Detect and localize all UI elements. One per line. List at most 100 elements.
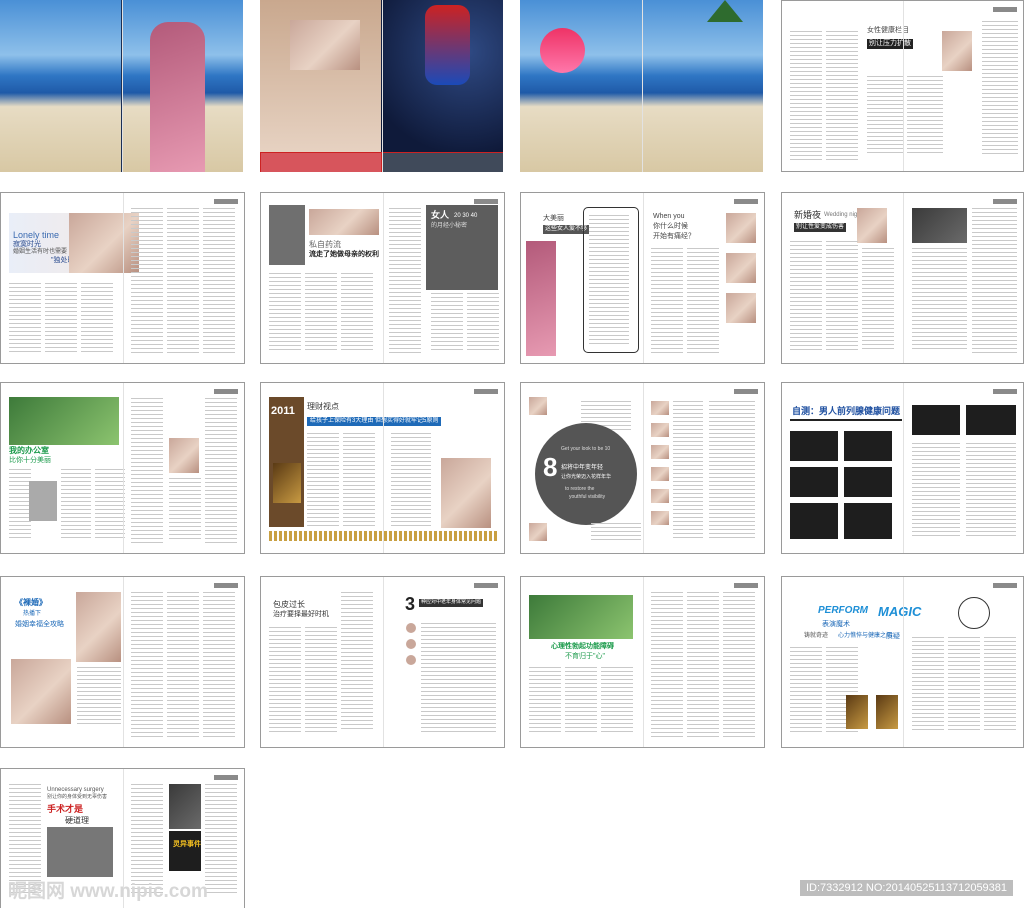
title-2: 别让你的身体受到无辜伤害 bbox=[47, 794, 108, 800]
gray-box bbox=[47, 827, 113, 877]
spread-cover-beach bbox=[0, 0, 243, 172]
title-1: 我的办公室 bbox=[9, 446, 49, 455]
spread-page-4: 女性健康栏目 别让压力扩散 bbox=[781, 0, 1024, 172]
title-2: 铸就奇迹 bbox=[804, 633, 829, 639]
box-title: 女人 bbox=[431, 210, 450, 220]
photo bbox=[651, 423, 669, 437]
title-1: 《裸婚》 bbox=[15, 598, 47, 607]
gray-sidebar bbox=[29, 481, 57, 521]
box-sub-2: 的月经小秘密 bbox=[431, 223, 468, 229]
black-card bbox=[912, 405, 960, 435]
watermark-left: 昵图网 www.nipic.com bbox=[8, 881, 208, 902]
photo bbox=[69, 213, 139, 273]
black-card bbox=[844, 431, 892, 461]
subtitle: 种应对中老年身体常见问题 bbox=[419, 599, 484, 607]
spread-page-7: 大美丽 这些女人爱不够 When you 你什么时候 开始有痛经？ bbox=[520, 192, 765, 364]
photo bbox=[942, 31, 972, 71]
black-card bbox=[790, 503, 838, 539]
superhero-figure bbox=[425, 5, 470, 85]
photo bbox=[169, 438, 199, 473]
circle-en-1: Get your look to be 10 bbox=[561, 446, 611, 452]
photo bbox=[9, 397, 119, 445]
dark-bar bbox=[381, 152, 503, 172]
photo bbox=[651, 445, 669, 459]
spread-beach-swimmer bbox=[520, 0, 763, 172]
gold-pattern-strip bbox=[269, 531, 497, 541]
photo bbox=[726, 253, 756, 283]
title-2: 给孩子上保险有3大理由 但想买得好就牢记5原则 bbox=[307, 417, 442, 426]
year: 2011 bbox=[271, 405, 295, 417]
title-2: 治疗要择最好时机 bbox=[273, 611, 329, 618]
photo bbox=[529, 595, 633, 639]
gray-block bbox=[269, 205, 305, 265]
page-tag bbox=[993, 7, 1017, 12]
swimmer-photo bbox=[540, 28, 585, 73]
rule bbox=[790, 419, 902, 421]
black-card bbox=[790, 431, 838, 461]
spread-page-8: 新婚夜 Wedding night 别让性爱变成伤害 bbox=[781, 192, 1024, 364]
box-sub: 20 30 40 bbox=[454, 213, 478, 219]
magic-word: MAGIC bbox=[878, 604, 922, 619]
title-1: Unnecessary surgery bbox=[47, 787, 104, 793]
title-2: 热播下 bbox=[23, 611, 42, 617]
model-photo bbox=[150, 22, 205, 172]
title-4: 硬道理 bbox=[65, 816, 89, 825]
photo bbox=[651, 489, 669, 503]
photo bbox=[726, 213, 756, 243]
couple-photo bbox=[76, 592, 121, 662]
right-title-3: 开始有痛经？ bbox=[653, 233, 695, 240]
dark-photo bbox=[912, 208, 967, 243]
spread-page-14: 包皮过长 治疗要择最好时机 3 种应对中老年身体常见问题 bbox=[260, 576, 505, 748]
title-1: 自测：男人前列腺健康问题 bbox=[792, 406, 901, 416]
spread-superhero bbox=[260, 0, 503, 172]
spread-page-9: 我的办公室 比你十分美丽 bbox=[0, 382, 245, 554]
spread-page-12: 自测：男人前列腺健康问题 bbox=[781, 382, 1024, 554]
pink-bar bbox=[260, 152, 383, 172]
title-3: 心力憔悴与健康之间 bbox=[838, 633, 893, 639]
black-card bbox=[966, 405, 1016, 435]
title-1: 女性健康栏目 bbox=[867, 27, 909, 34]
perform-word: PERFORM bbox=[818, 605, 868, 616]
circle-en-2: to restore the bbox=[565, 486, 595, 492]
watermark-right: ID:7332912 NO:20140525113712059381 bbox=[800, 880, 1014, 896]
photo bbox=[857, 208, 887, 243]
photo bbox=[726, 293, 756, 323]
circle-text-2: 让你光荣迈入花样年华 bbox=[561, 474, 612, 480]
title-1: 心理性勃起功能障碍 bbox=[551, 643, 614, 650]
ocean-background bbox=[520, 0, 763, 172]
circle-num: 8 bbox=[543, 452, 558, 482]
title-1: 包皮过长 bbox=[273, 600, 305, 609]
avatar bbox=[406, 623, 416, 633]
spread-page-10: 2011 理财视点 给孩子上保险有3大理由 但想买得好就牢记5原则 bbox=[260, 382, 505, 554]
title-2: 流走了她做母亲的权利 bbox=[309, 251, 379, 258]
woman-photo bbox=[441, 458, 491, 528]
title-2: 比你十分美丽 bbox=[9, 457, 51, 464]
title-3: 别让性爱变成伤害 bbox=[794, 223, 847, 232]
title-4: 质疑 bbox=[886, 633, 900, 640]
photo bbox=[11, 659, 71, 724]
model-photo bbox=[526, 241, 556, 356]
title-1: 表演魔术 bbox=[822, 621, 850, 628]
black-card bbox=[844, 503, 892, 539]
right-title-1: When you bbox=[653, 213, 685, 220]
round-emblem bbox=[958, 597, 990, 629]
gold-photo bbox=[273, 463, 301, 503]
black-box bbox=[169, 831, 201, 871]
title-2: 别让压力扩散 bbox=[867, 39, 913, 49]
black-card bbox=[844, 467, 892, 497]
photo bbox=[846, 695, 868, 729]
photo bbox=[651, 401, 669, 415]
spread-fold bbox=[121, 0, 123, 172]
title-1: 新婚夜 bbox=[794, 210, 822, 220]
ocean-background bbox=[0, 0, 243, 172]
right-title-2: 你什么时候 bbox=[653, 223, 688, 230]
spread-page-6: 私自药流 流走了她做母亲的权利 女人 20 30 40 的月经小秘密 bbox=[260, 192, 505, 364]
photo bbox=[529, 397, 547, 415]
circle-text-1: 招将中年变年轻 bbox=[561, 465, 604, 471]
title-1: 私自药流 bbox=[309, 240, 341, 249]
avatar bbox=[406, 639, 416, 649]
box-title: 灵异事件 bbox=[173, 841, 201, 848]
black-card bbox=[790, 467, 838, 497]
title-1: 大美丽 bbox=[543, 215, 564, 222]
avatar bbox=[406, 655, 416, 665]
